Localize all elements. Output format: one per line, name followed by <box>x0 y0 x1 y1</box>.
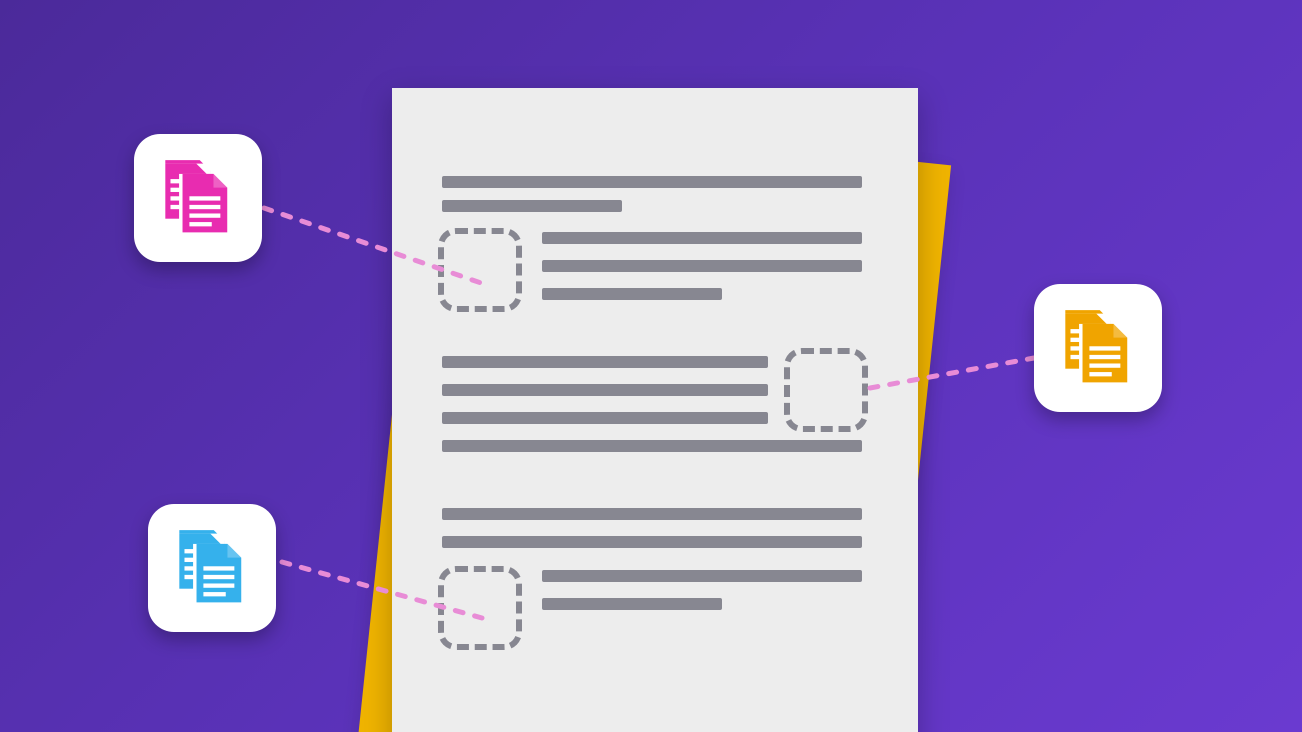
placeholder-slot <box>438 228 522 312</box>
copy-docs-icon <box>1055 305 1141 391</box>
source-tile-blue <box>148 504 276 632</box>
copy-docs-icon <box>169 525 255 611</box>
document-front <box>392 88 918 732</box>
diagram-stage <box>0 0 1302 732</box>
placeholder-slot <box>438 566 522 650</box>
copy-docs-icon <box>155 155 241 241</box>
placeholder-slot <box>784 348 868 432</box>
source-tile-yellow <box>1034 284 1162 412</box>
source-tile-pink <box>134 134 262 262</box>
